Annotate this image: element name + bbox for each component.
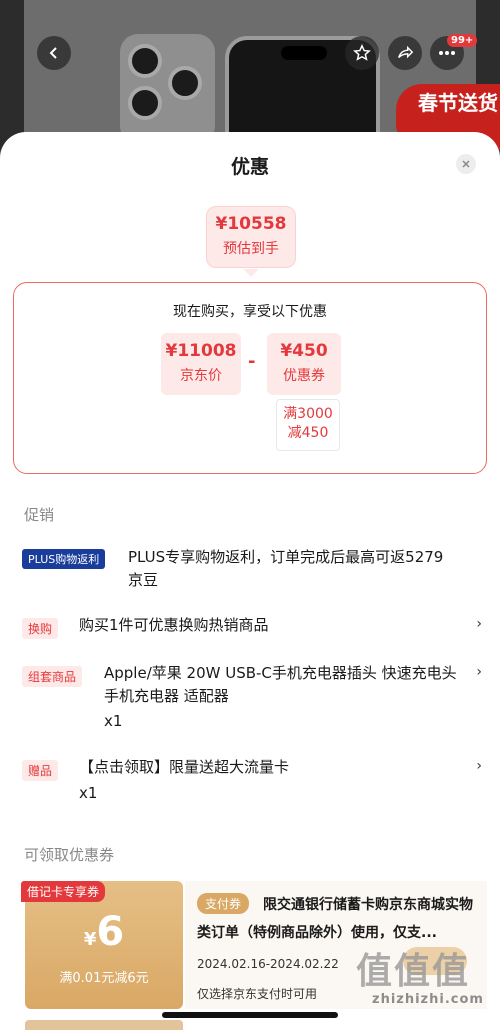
exchange-text: 购买1件可优惠换购热销商品 [79, 616, 269, 634]
close-button[interactable] [456, 154, 476, 174]
bundle-tag: 组套商品 [22, 666, 83, 687]
payment-coupon-tag: 支付券 [197, 893, 250, 914]
discount-detail-box: 现在购买，享受以下优惠 ¥11008 京东价 - ¥450 优惠券 满3000 … [13, 282, 487, 474]
jd-price-box: ¥11008 京东价 [161, 333, 241, 395]
more-dots-icon [439, 51, 455, 55]
promotion-row-bundle[interactable]: 组套商品 Apple/苹果 20W USB-C手机充电器插头 快速充电头 手机充… [22, 662, 482, 734]
coupon-currency: ¥ [83, 929, 97, 950]
coupons-section-title: 可领取优惠券 [24, 846, 115, 864]
coupon-condition-line1: 满3000 [283, 406, 333, 422]
camera-lens-icon [128, 86, 162, 120]
promotion-row-exchange[interactable]: 换购 购买1件可优惠换购热销商品 › [22, 614, 482, 640]
exchange-tag: 换购 [22, 618, 59, 639]
camera-lens-icon [168, 66, 202, 100]
coupon-valid-dates: 2024.02.16-2024.02.22 [197, 957, 339, 971]
phone-camera-image [120, 34, 215, 144]
favorite-button[interactable] [345, 36, 379, 70]
estimated-price-box: ¥10558 预估到手 [206, 206, 296, 268]
chevron-right-icon: › [476, 616, 482, 632]
chevron-left-icon [49, 47, 57, 59]
product-gallery-background: 99+ 春节送货 [0, 0, 500, 150]
debit-card-coupon-tag: 借记卡专享券 [21, 881, 106, 902]
promotion-row-gift[interactable]: 赠品 【点击领取】限量送超大流量卡 x1 › [22, 756, 482, 806]
share-icon [398, 45, 414, 59]
chevron-right-icon: › [476, 758, 482, 774]
camera-lens-icon [128, 44, 162, 78]
bundle-text: Apple/苹果 20W USB-C手机充电器插头 快速充电头 手机充电器 适配… [104, 664, 457, 705]
bundle-qty: x1 [104, 712, 123, 730]
promotions-section-title: 促销 [24, 506, 55, 524]
chevron-right-icon: › [476, 664, 482, 680]
promotion-row-plus[interactable]: PLUS购物返利 PLUS专享购物返利，订单完成后最高可返5279京豆 [22, 546, 482, 596]
coupon-amount-wrap: ¥6 [25, 909, 183, 955]
estimated-price-label: 预估到手 [223, 241, 279, 257]
home-indicator[interactable] [162, 1012, 338, 1018]
discount-sheet: 优惠 ¥10558 预估到手 现在购买，享受以下优惠 ¥11008 京东价 - … [0, 132, 500, 1030]
sheet-title: 优惠 [230, 156, 269, 178]
plus-rebate-text: PLUS专享购物返利，订单完成后最高可返5279京豆 [128, 548, 444, 589]
plus-rebate-tag: PLUS购物返利 [22, 549, 106, 569]
coupon-amount: 6 [96, 909, 125, 955]
back-button[interactable] [37, 36, 71, 70]
jd-price: ¥11008 [165, 341, 237, 361]
coupon-price-box: ¥450 优惠券 [267, 333, 341, 395]
minus-sign: - [248, 351, 256, 372]
close-icon [462, 160, 470, 168]
coupon-price-label: 优惠券 [283, 368, 325, 384]
gallery-left-edge [0, 0, 24, 150]
gift-text: 【点击领取】限量送超大流量卡 [79, 758, 290, 776]
gift-tag: 赠品 [22, 760, 59, 781]
coupon-condition-text: 满0.01元减6元 [59, 971, 149, 986]
watermark-text: zhizhizhi.com [372, 992, 484, 1007]
coupon-condition-line2: 减450 [287, 425, 329, 441]
star-icon [353, 44, 371, 61]
coupon-usage-note: 仅选择京东支付时可用 [197, 987, 318, 1001]
coupon-condition: 满3000 减450 [276, 399, 340, 451]
estimated-price: ¥10558 [215, 214, 287, 234]
coupon-price: ¥450 [280, 341, 328, 361]
discount-detail-title: 现在购买，享受以下优惠 [173, 304, 327, 320]
estimate-pointer [243, 269, 259, 277]
watermark-logo: 值值值 [356, 951, 471, 992]
coupon-value-panel: 借记卡专享券 ¥6 满0.01元减6元 [21, 881, 183, 1009]
dynamic-island [281, 46, 327, 60]
next-coupon-peek [25, 1020, 183, 1030]
share-button[interactable] [388, 36, 422, 70]
gift-qty: x1 [79, 784, 98, 802]
message-count-badge: 99+ [447, 34, 478, 47]
jd-price-label: 京东价 [180, 368, 222, 384]
